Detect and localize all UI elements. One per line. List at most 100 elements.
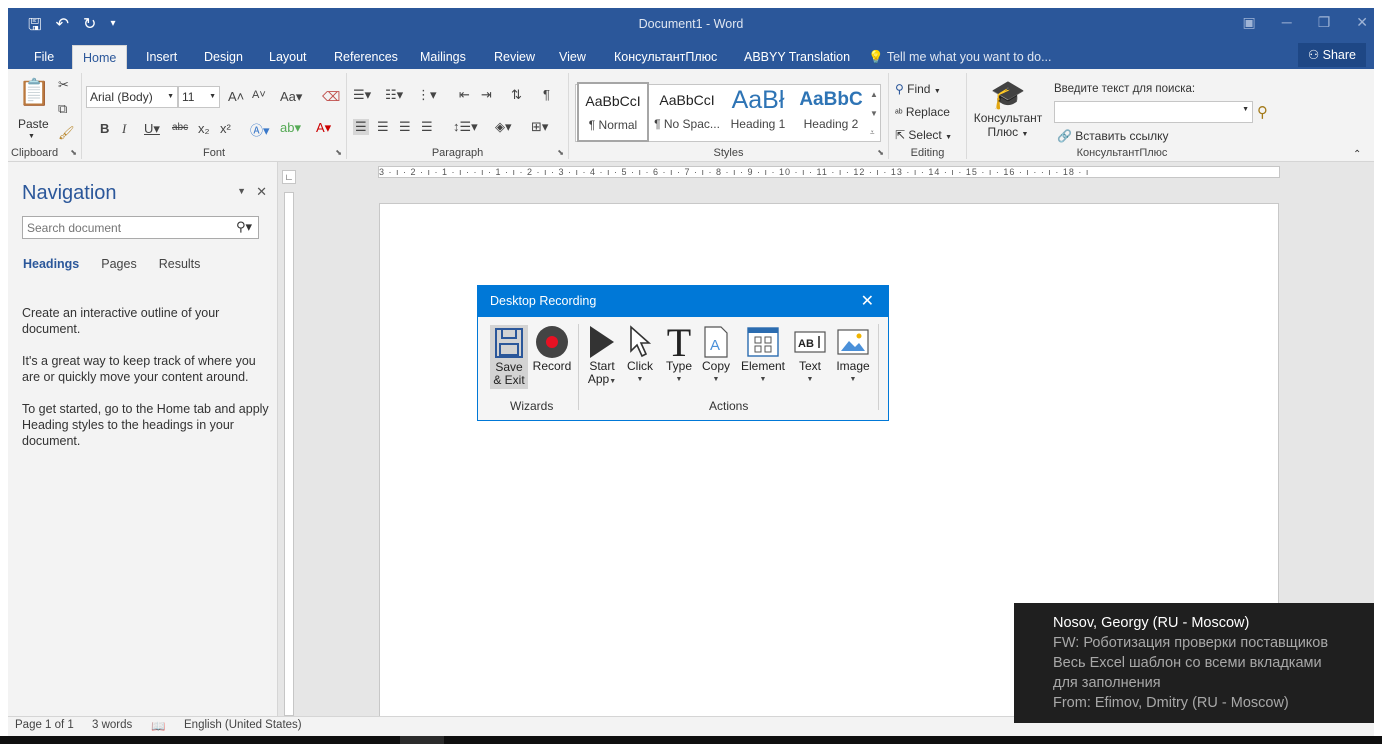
tab-layout[interactable]: Layout (259, 45, 317, 69)
paste-dropdown-icon[interactable]: ▼ (28, 133, 35, 140)
superscript-icon[interactable]: x² (220, 121, 231, 136)
taskbar-item[interactable] (400, 736, 444, 744)
underline-icon[interactable]: U▾ (144, 121, 160, 137)
nav-tab-results[interactable]: Results (159, 257, 201, 271)
close-icon[interactable]: ✕ (861, 286, 874, 317)
numbering-icon[interactable]: ☷▾ (385, 87, 403, 103)
tab-abbyy[interactable]: ABBYY Translation (734, 45, 860, 69)
bullets-icon[interactable]: ☰▾ (353, 87, 371, 103)
restore-icon[interactable]: ❐ (1318, 14, 1331, 31)
tab-mailings[interactable]: Mailings (410, 45, 476, 69)
styles-scroll[interactable]: ▲ ▼ ⩡ (870, 85, 878, 142)
style-sample: AaBbCcI (585, 93, 641, 109)
minimize-icon[interactable]: ─ (1282, 14, 1292, 31)
insert-link-button[interactable]: 🔗 Вставить ссылку (1057, 129, 1169, 143)
increase-indent-icon[interactable]: ⇥ (481, 87, 492, 103)
image-button[interactable]: Image ▼ (834, 324, 872, 386)
tab-home[interactable]: Home (72, 45, 128, 69)
search-icon[interactable]: ⚲▾ (236, 219, 252, 235)
nav-tab-headings[interactable]: Headings (23, 257, 79, 271)
language[interactable]: English (United States) (184, 719, 302, 731)
save-exit-button[interactable]: Save & Exit (490, 325, 528, 389)
font-size-dropdown[interactable]: 11 ▼ (178, 86, 220, 108)
sort-icon[interactable]: ⇅ (511, 87, 522, 103)
copy-button[interactable]: A Copy ▼ (700, 324, 732, 386)
proofing-icon[interactable]: 📖 (151, 719, 165, 733)
notification-line: From: Efimov, Dmitry (RU - Moscow) (1053, 695, 1289, 711)
copy-icon[interactable]: ⧉ (58, 101, 67, 117)
italic-icon[interactable]: I (122, 121, 126, 137)
shrink-font-icon[interactable]: A˅ (252, 89, 266, 101)
change-case-icon[interactable]: Aa▾ (280, 89, 302, 105)
clipboard-launcher-icon[interactable]: ⬊ (70, 148, 77, 157)
tab-selector-icon[interactable]: ∟ (282, 170, 296, 184)
page-count[interactable]: Page 1 of 1 (15, 719, 74, 731)
konsultant-plus-button[interactable]: 🎓 Консультант Плюс ▼ (971, 79, 1045, 139)
close-pane-icon[interactable]: ✕ (256, 184, 267, 200)
font-launcher-icon[interactable]: ⬊ (335, 148, 342, 157)
click-button[interactable]: Click ▼ (624, 324, 656, 386)
clear-formatting-icon[interactable]: ⌫ (322, 89, 340, 105)
wizards-group-label: Wizards (510, 399, 554, 413)
subscript-icon[interactable]: x₂ (198, 121, 210, 136)
tab-konsultant[interactable]: КонсультантПлюс (604, 45, 727, 69)
tab-references[interactable]: References (324, 45, 408, 69)
element-button[interactable]: Element ▼ (740, 324, 786, 386)
word-count[interactable]: 3 words (92, 719, 132, 731)
chevron-down-icon: ▼ (609, 378, 617, 385)
start-app-button[interactable]: Start App▼ (586, 324, 618, 388)
tab-view[interactable]: View (549, 45, 596, 69)
borders-icon[interactable]: ⊞▾ (531, 119, 548, 135)
nav-search-input[interactable] (23, 217, 223, 238)
ribbon-display-icon[interactable]: ▣ (1243, 14, 1256, 31)
nav-tab-pages[interactable]: Pages (101, 257, 136, 271)
select-button[interactable]: ⇱ Select ▼ (895, 128, 952, 142)
grow-font-icon[interactable]: A˄ (228, 89, 244, 104)
tab-review[interactable]: Review (484, 45, 545, 69)
style-heading-1[interactable]: AaBł Heading 1 (725, 83, 791, 139)
konsultant-search-icon[interactable]: ⚲ (1257, 103, 1268, 121)
line-spacing-icon[interactable]: ↕☰▾ (453, 119, 478, 135)
align-left-icon[interactable]: ☰ (353, 119, 369, 135)
multilevel-list-icon[interactable]: ⋮▾ (417, 87, 437, 103)
cut-icon[interactable]: ✂ (58, 77, 69, 93)
style-no-spacing[interactable]: AaBbCcI ¶ No Spac... (651, 83, 723, 139)
window-controls: ▣ ─ ❐ ✕ (1243, 14, 1368, 31)
paste-icon[interactable]: 📋 (18, 77, 50, 108)
font-name-dropdown[interactable]: Arial (Body) ▼ (86, 86, 178, 108)
text-effects-icon[interactable]: Ⓐ▾ (250, 120, 270, 139)
close-icon[interactable]: ✕ (1356, 14, 1368, 31)
paste-label[interactable]: Paste (18, 117, 49, 131)
paragraph-launcher-icon[interactable]: ⬊ (557, 148, 564, 157)
chevron-down-icon: ▼ (806, 376, 814, 383)
collapse-ribbon-icon[interactable]: ⌃ (1353, 149, 1361, 160)
style-normal[interactable]: AaBbCcI ¶ Normal (577, 82, 649, 142)
align-center-icon[interactable]: ☰ (377, 119, 389, 135)
font-color-icon[interactable]: A▾ (316, 120, 331, 136)
align-right-icon[interactable]: ☰ (399, 119, 411, 135)
tab-insert[interactable]: Insert (136, 45, 187, 69)
record-button[interactable]: Record (532, 324, 572, 373)
tab-design[interactable]: Design (194, 45, 253, 69)
replace-button[interactable]: ᵃᵇ Replace (895, 105, 950, 119)
notification-toast[interactable]: Nosov, Georgy (RU - Moscow) FW: Роботиза… (1014, 603, 1374, 723)
show-marks-icon[interactable]: ¶ (543, 87, 550, 102)
konsultant-search-input[interactable]: ▼ (1054, 101, 1253, 123)
bold-icon[interactable]: B (100, 121, 109, 136)
nav-help-text: Create an interactive outline of your do… (22, 305, 272, 465)
format-painter-icon[interactable]: 🖌 (58, 125, 75, 141)
styles-launcher-icon[interactable]: ⬊ (877, 148, 884, 157)
pane-options-icon[interactable]: ▼ (237, 184, 246, 200)
strikethrough-icon[interactable]: abc (172, 122, 188, 133)
decrease-indent-icon[interactable]: ⇤ (459, 87, 470, 103)
tab-file[interactable]: File (24, 45, 64, 69)
type-button[interactable]: T Type ▼ (662, 322, 696, 386)
find-button[interactable]: ⚲ Find ▼ (895, 82, 941, 96)
style-heading-2[interactable]: AaBbC Heading 2 (795, 83, 867, 139)
text-button[interactable]: AB Text ▼ (792, 324, 828, 386)
tell-me-box[interactable]: 💡 Tell me what you want to do... (868, 45, 1052, 69)
justify-icon[interactable]: ☰ (421, 119, 433, 135)
highlight-icon[interactable]: ab▾ (280, 120, 301, 136)
shading-icon[interactable]: ◈▾ (495, 119, 512, 135)
share-button[interactable]: ⚇ Share (1297, 43, 1366, 67)
